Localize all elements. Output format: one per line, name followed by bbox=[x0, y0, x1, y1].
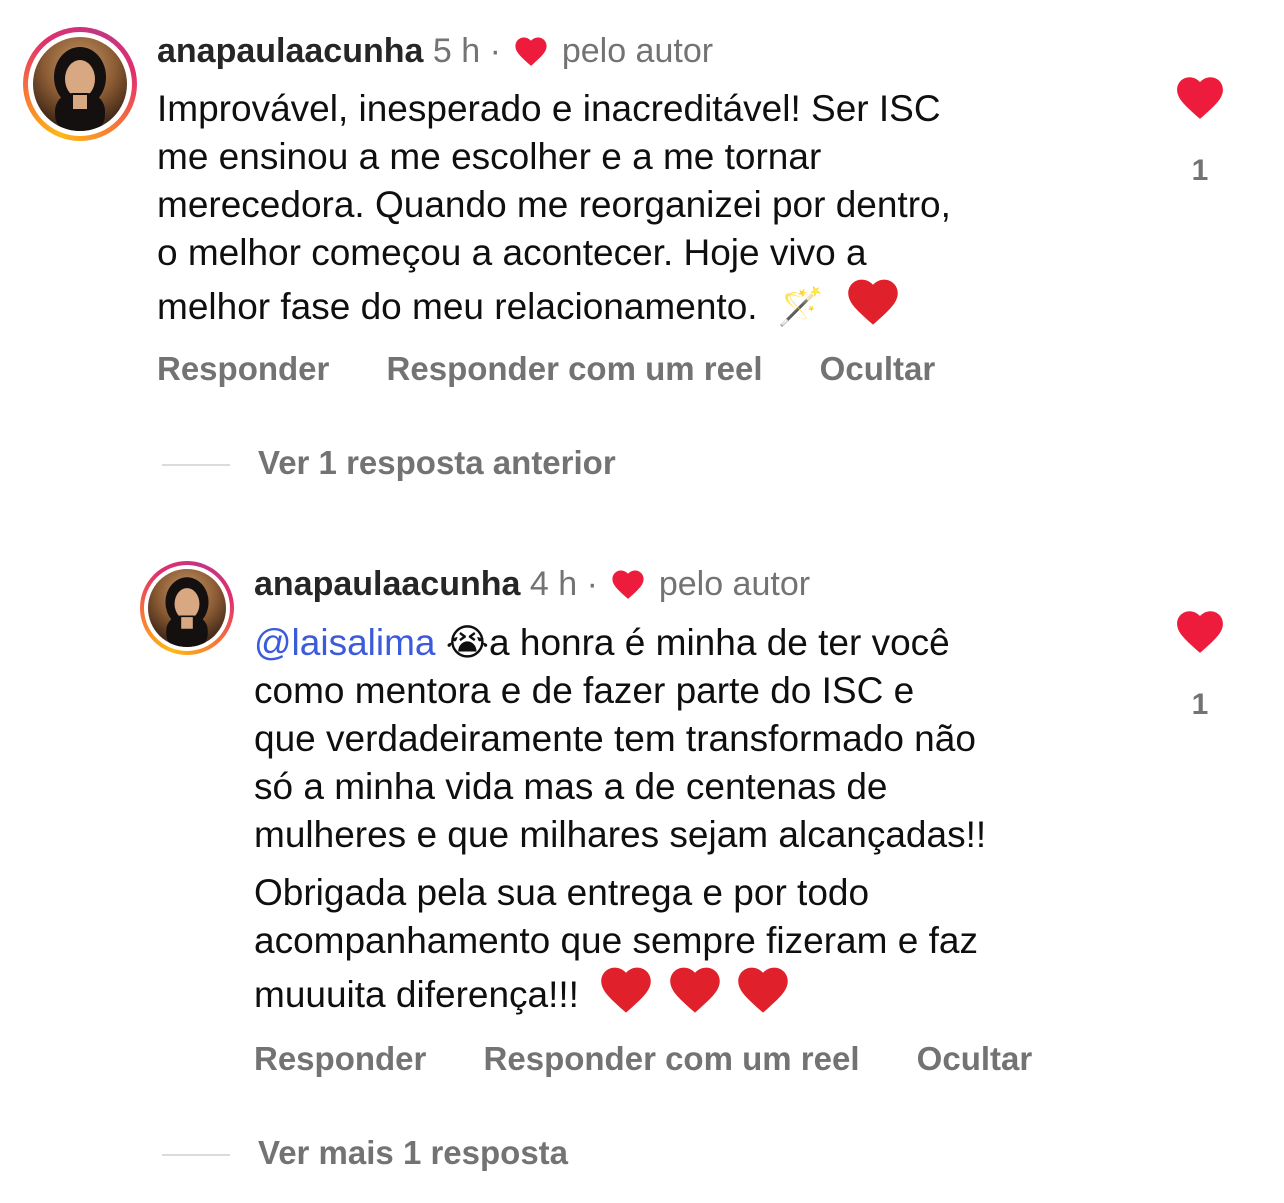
separator: · bbox=[489, 32, 501, 70]
crying-face-emoji: 😭 bbox=[445, 622, 490, 663]
comment-line-last: melhor fase do meu relacionamento. 🪄 bbox=[157, 277, 1137, 337]
like-block: 1 bbox=[1170, 75, 1230, 188]
like-heart-icon[interactable] bbox=[1170, 609, 1230, 658]
username[interactable]: anapaulaacunha bbox=[254, 565, 520, 603]
comment-1: anapaulaacunha 5 h · pelo autor Improváv… bbox=[0, 0, 1284, 500]
like-count: 1 bbox=[1191, 688, 1209, 721]
view-replies-link[interactable]: Ver 1 resposta anterior bbox=[162, 444, 616, 482]
comment-line: mulheres e que milhares sejam alcançadas… bbox=[254, 814, 987, 855]
comment-line: como mentora e de fazer parte do ISC e bbox=[254, 670, 915, 711]
heart-icon bbox=[611, 568, 645, 608]
comment-line: só a minha vida mas a de centenas de bbox=[254, 766, 888, 807]
view-replies-label: Ver mais 1 resposta bbox=[258, 1134, 569, 1171]
timestamp: 5 h bbox=[432, 32, 481, 70]
liked-by-author-label: pelo autor bbox=[561, 32, 714, 70]
avatar bbox=[33, 37, 127, 131]
like-heart-icon[interactable] bbox=[1170, 75, 1230, 124]
red-heart-emoji bbox=[668, 965, 722, 1025]
separator: · bbox=[586, 565, 598, 603]
comment-header: anapaulaacunha 4 h · pelo autor bbox=[254, 564, 810, 608]
comment-header: anapaulaacunha 5 h · pelo autor bbox=[157, 31, 713, 75]
comment-line: muuuita diferença!!! bbox=[254, 974, 579, 1015]
red-heart-emoji bbox=[846, 277, 900, 337]
comment-text: @laisalima 😭a honra é minha de ter você … bbox=[254, 619, 1154, 1025]
comment-line: merecedora. Quando me reorganizei por de… bbox=[157, 184, 951, 225]
replies-divider-line bbox=[162, 464, 230, 467]
comment-line: Improvável, inesperado e inacreditável! … bbox=[157, 88, 941, 129]
magic-wand-emoji: 🪄 bbox=[777, 286, 824, 327]
red-heart-emoji bbox=[599, 965, 653, 1025]
comment-line: Obrigada pela sua entrega e por todo bbox=[254, 872, 870, 913]
mention-link[interactable]: @laisalima bbox=[254, 622, 436, 663]
avatar-story-ring[interactable] bbox=[23, 27, 137, 141]
comment-line: o melhor começou a acontecer. Hoje vivo … bbox=[157, 232, 867, 273]
hide-button[interactable]: Ocultar bbox=[917, 1040, 1033, 1077]
heart-icon bbox=[514, 35, 548, 75]
reply-with-reel-button[interactable]: Responder com um reel bbox=[387, 350, 763, 387]
username[interactable]: anapaulaacunha bbox=[157, 32, 423, 70]
comment-actions: Responder Responder com um reel Ocultar bbox=[157, 350, 983, 388]
reply-button[interactable]: Responder bbox=[157, 350, 329, 387]
comment-line-first: @laisalima 😭a honra é minha de ter você bbox=[254, 619, 1154, 667]
reply-button[interactable]: Responder bbox=[254, 1040, 426, 1077]
timestamp: 4 h bbox=[529, 565, 578, 603]
comment-line: a honra é minha de ter você bbox=[489, 622, 950, 663]
like-count: 1 bbox=[1191, 154, 1209, 187]
red-heart-emoji bbox=[736, 965, 790, 1025]
view-replies-label: Ver 1 resposta anterior bbox=[258, 444, 616, 481]
avatar-story-ring[interactable] bbox=[140, 561, 234, 655]
comment-line: melhor fase do meu relacionamento. bbox=[157, 286, 758, 327]
like-block: 1 bbox=[1170, 609, 1230, 722]
comment-line: acompanhamento que sempre fizeram e faz bbox=[254, 920, 978, 961]
reply-with-reel-button[interactable]: Responder com um reel bbox=[484, 1040, 860, 1077]
hide-button[interactable]: Ocultar bbox=[820, 350, 936, 387]
comment-text: Improvável, inesperado e inacreditável! … bbox=[157, 85, 1137, 337]
liked-by-author-label: pelo autor bbox=[658, 565, 811, 603]
comment-line-last: muuuita diferença!!! bbox=[254, 965, 1154, 1025]
view-replies-link[interactable]: Ver mais 1 resposta bbox=[162, 1134, 568, 1172]
avatar bbox=[148, 569, 226, 647]
replies-divider-line bbox=[162, 1154, 230, 1157]
comment-line: que verdadeiramente tem transformado não bbox=[254, 718, 976, 759]
comment-line: me ensinou a me escolher e a me tornar bbox=[157, 136, 822, 177]
comment-actions: Responder Responder com um reel Ocultar bbox=[254, 1040, 1080, 1078]
